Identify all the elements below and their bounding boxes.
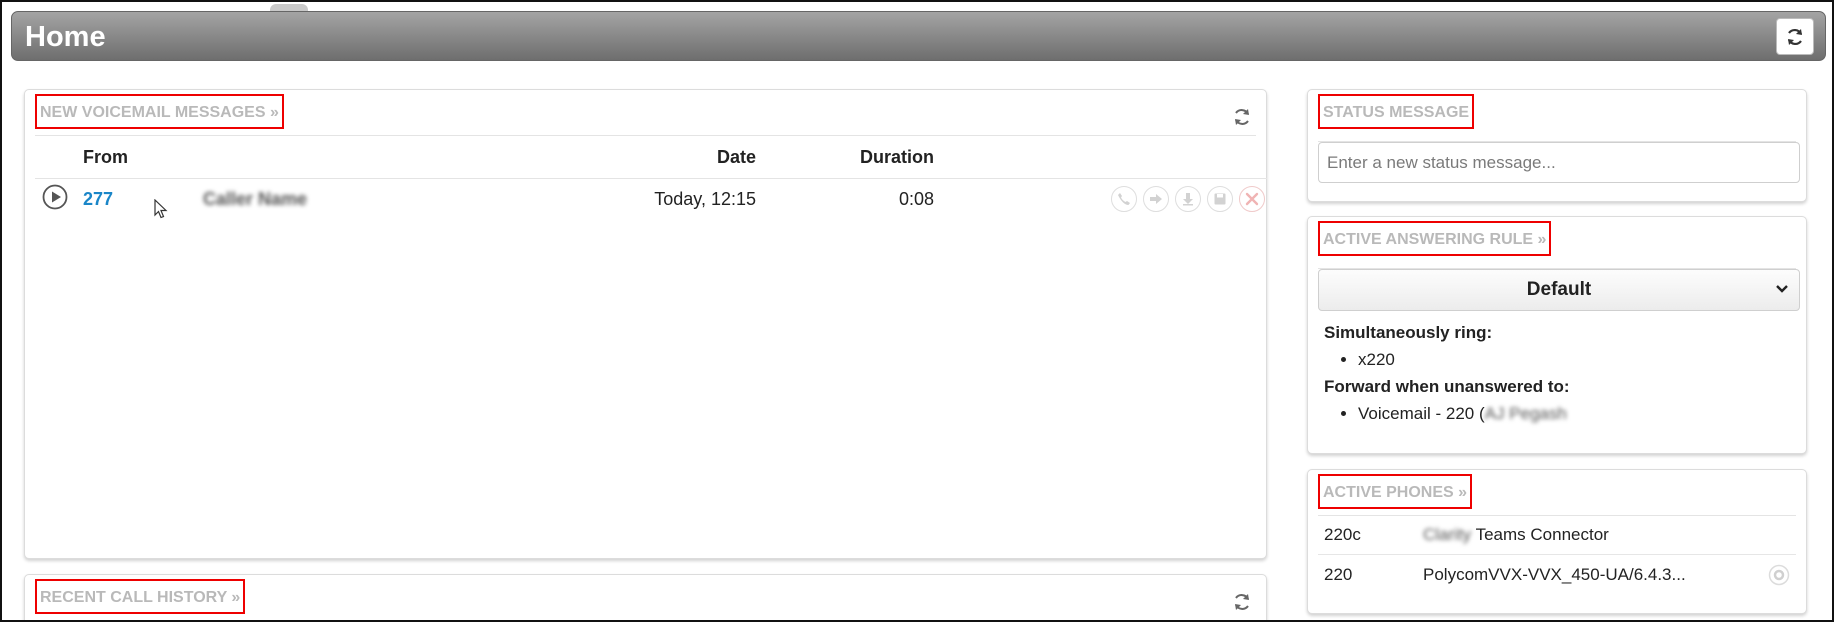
call-history-panel: RECENT CALL HISTORY » bbox=[24, 574, 1267, 620]
download-icon bbox=[1183, 193, 1193, 206]
sim-ring-label: Simultaneously ring: bbox=[1324, 323, 1493, 342]
call-back-button[interactable] bbox=[1111, 186, 1137, 213]
delete-button[interactable] bbox=[1239, 186, 1265, 213]
voicemail-actions bbox=[934, 186, 1267, 213]
answering-rule-panel: ACTIVE ANSWERING RULE » Default Simultan… bbox=[1307, 216, 1807, 454]
caller-name-cell: Caller Name bbox=[203, 178, 403, 220]
forward-label: Forward when unanswered to: bbox=[1324, 377, 1570, 396]
phone-icon bbox=[1118, 193, 1130, 206]
refresh-icon[interactable] bbox=[1232, 107, 1252, 127]
gear-icon[interactable] bbox=[1768, 564, 1790, 586]
phones-panel-header: ACTIVE PHONES » bbox=[1318, 474, 1796, 516]
forward-list: Voicemail - 220 (AJ Pegash bbox=[1358, 400, 1570, 427]
phone-name: Clarity Teams Connector bbox=[1423, 525, 1796, 545]
date-cell: Today, 12:15 bbox=[654, 188, 756, 209]
call-history-panel-header: RECENT CALL HISTORY » bbox=[35, 579, 1256, 620]
forward-button[interactable] bbox=[1143, 186, 1169, 213]
voicemail-table-header: From Date Duration bbox=[35, 138, 1267, 179]
caller-number-link[interactable]: 277 bbox=[83, 189, 113, 209]
header-refresh-button[interactable] bbox=[1776, 18, 1814, 55]
rule-panel-title[interactable]: ACTIVE ANSWERING RULE » bbox=[1318, 221, 1552, 256]
from-column-header: From bbox=[83, 138, 203, 179]
phones-list: 220c Clarity Teams Connector 220 Polycom… bbox=[1318, 516, 1796, 594]
table-row: 220 PolycomVVX-VVX_450-UA/6.4.3... bbox=[1318, 555, 1796, 594]
play-cell bbox=[35, 178, 83, 220]
date-column-header: Date bbox=[403, 138, 756, 179]
answering-rule-details: Simultaneously ring: x220 Forward when u… bbox=[1324, 319, 1570, 427]
refresh-icon[interactable] bbox=[1232, 592, 1252, 612]
sim-ring-list: x220 bbox=[1358, 346, 1570, 373]
download-button[interactable] bbox=[1175, 186, 1201, 213]
page-title: Home bbox=[25, 21, 106, 53]
status-panel-header: STATUS MESSAGE bbox=[1318, 94, 1796, 142]
voicemail-panel-title[interactable]: NEW VOICEMAIL MESSAGES » bbox=[35, 94, 284, 129]
duration-cell: 0:08 bbox=[898, 188, 934, 209]
play-column-header bbox=[35, 138, 83, 179]
forward-name-blurred: AJ Pegash bbox=[1484, 404, 1567, 423]
phone-name-blurred: Clarity bbox=[1423, 525, 1472, 544]
voicemail-panel: NEW VOICEMAIL MESSAGES » From Date Durat… bbox=[24, 89, 1267, 559]
refresh-icon bbox=[1788, 28, 1802, 45]
phones-panel-title[interactable]: ACTIVE PHONES » bbox=[1318, 474, 1473, 509]
phone-name-text: PolycomVVX-VVX_450-UA/6.4.3... bbox=[1423, 564, 1686, 584]
rule-panel-header: ACTIVE ANSWERING RULE » bbox=[1318, 221, 1796, 269]
status-message-input[interactable] bbox=[1318, 142, 1800, 183]
page-header: Home bbox=[11, 11, 1826, 61]
list-item: x220 bbox=[1358, 346, 1570, 373]
save-button[interactable] bbox=[1207, 186, 1233, 213]
duration-column-header: Duration bbox=[756, 138, 934, 179]
app-window: Home NEW VOICEMAIL MESSAGES » From Date … bbox=[0, 0, 1834, 622]
table-row: 220c Clarity Teams Connector bbox=[1318, 516, 1796, 555]
voicemail-table: From Date Duration 277 Caller Name Today… bbox=[35, 138, 1267, 220]
chevron-down-icon bbox=[1776, 285, 1788, 293]
play-icon[interactable] bbox=[42, 184, 68, 210]
forward-icon bbox=[1150, 194, 1162, 205]
list-item: Voicemail - 220 (AJ Pegash bbox=[1358, 400, 1570, 427]
actions-cell bbox=[934, 178, 1267, 220]
phone-extension: 220 bbox=[1324, 564, 1353, 584]
voicemail-panel-header: NEW VOICEMAIL MESSAGES » bbox=[35, 94, 1256, 136]
answering-rule-selected: Default bbox=[1526, 279, 1592, 300]
phone-name-text: Teams Connector bbox=[1475, 525, 1609, 544]
answering-rule-select[interactable]: Default bbox=[1318, 269, 1800, 311]
status-panel-title: STATUS MESSAGE bbox=[1318, 94, 1475, 129]
caller-name-column-header bbox=[203, 138, 403, 179]
status-message-panel: STATUS MESSAGE bbox=[1307, 89, 1807, 202]
call-history-panel-title[interactable]: RECENT CALL HISTORY » bbox=[35, 579, 246, 614]
mouse-cursor-icon bbox=[154, 199, 168, 219]
save-icon bbox=[1214, 193, 1226, 205]
actions-column-header bbox=[934, 138, 1267, 179]
delete-icon bbox=[1245, 193, 1259, 206]
caller-number-cell: 277 bbox=[83, 178, 203, 220]
caller-name-blurred: Caller Name bbox=[203, 188, 308, 209]
active-phones-panel: ACTIVE PHONES » 220c Clarity Teams Conne… bbox=[1307, 469, 1807, 614]
forward-target: Voicemail - 220 ( bbox=[1358, 404, 1485, 423]
phone-extension: 220c bbox=[1324, 525, 1361, 544]
table-row: 277 Caller Name Today, 12:15 0:08 bbox=[35, 178, 1267, 220]
